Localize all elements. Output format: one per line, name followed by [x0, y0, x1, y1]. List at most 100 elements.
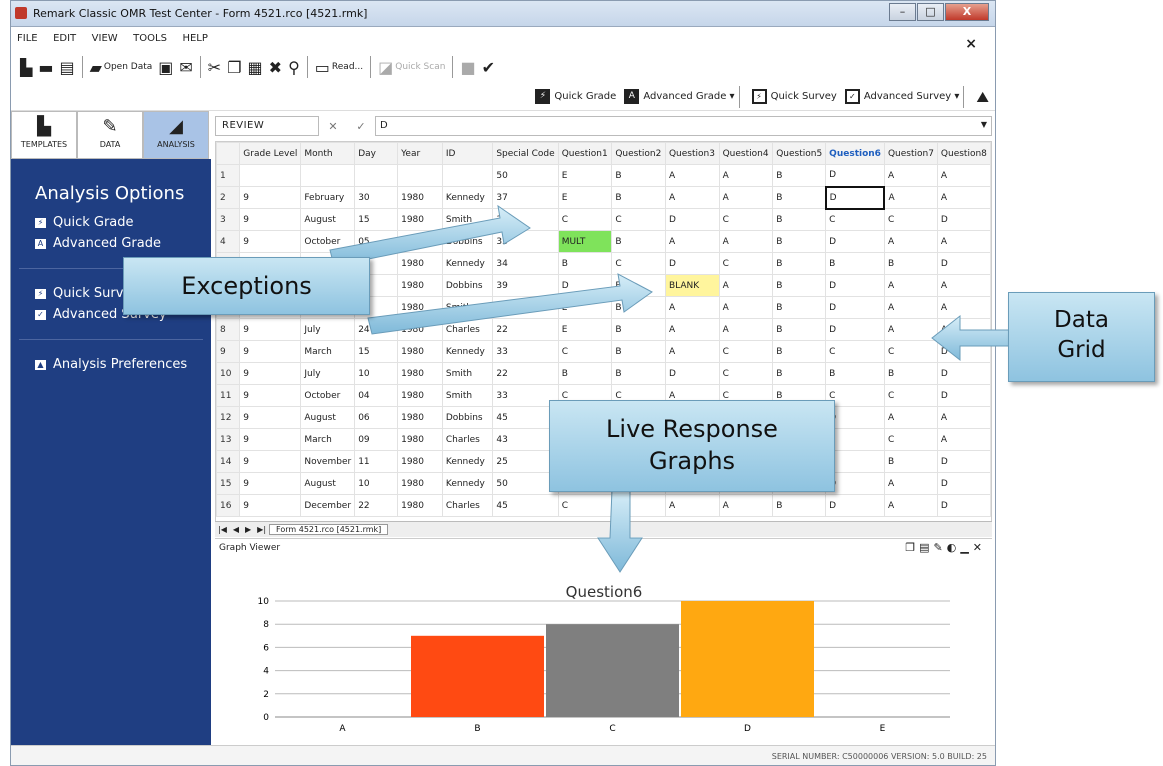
grid-cell[interactable]: 1980 [397, 450, 443, 473]
grid-cell[interactable]: 44 [492, 296, 559, 319]
grid-cell[interactable]: Smith [441, 208, 494, 231]
grid-cell[interactable]: A [718, 230, 774, 253]
grid-cell[interactable]: 09 [354, 428, 399, 451]
grid-cell[interactable]: D [824, 185, 886, 210]
grid-cell[interactable]: D [936, 252, 991, 275]
grid-cell[interactable]: D [825, 230, 885, 253]
grid-cell[interactable]: 39 [492, 274, 559, 297]
grid-cell[interactable]: 1980 [397, 384, 443, 407]
grid-cell[interactable] [239, 164, 302, 187]
row-header[interactable]: 3 [216, 208, 241, 231]
grid-cell[interactable]: B [772, 164, 827, 187]
column-header[interactable]: Question6 [825, 142, 885, 165]
grid-cell[interactable]: A [664, 230, 720, 253]
save-template-icon[interactable]: ▤ [56, 55, 77, 79]
grid-cell[interactable]: 9 [239, 362, 302, 385]
column-header[interactable]: ID [441, 142, 494, 165]
column-header[interactable]: Question3 [664, 142, 720, 165]
grid-cell[interactable]: A [718, 186, 774, 209]
grid-cell[interactable]: B [772, 362, 827, 385]
grid-cell[interactable] [441, 164, 494, 187]
grid-cell[interactable]: A [883, 406, 938, 429]
grid-cell[interactable]: 1980 [397, 340, 443, 363]
accept-edit-icon[interactable]: ✓ [356, 120, 365, 133]
tab-templates[interactable]: ▙ TEMPLATES [11, 111, 77, 159]
grid-cell[interactable]: Smith [441, 384, 494, 407]
column-header[interactable]: Question1 [557, 142, 613, 165]
grid-cell[interactable]: A [718, 274, 774, 297]
grid-cell[interactable]: A [883, 296, 938, 319]
row-header[interactable]: 9 [216, 340, 241, 363]
menu-tools[interactable]: TOOLS [127, 28, 173, 44]
grid-cell[interactable]: C [718, 340, 774, 363]
row-header[interactable]: 13 [216, 428, 241, 451]
grid-cell[interactable]: Dobbins [441, 274, 494, 297]
grid-cell[interactable]: 22 [492, 362, 559, 385]
grid-cell[interactable]: 1980 [397, 252, 443, 275]
advanced-survey-button[interactable]: ✓ Advanced Survey ▾ [844, 89, 959, 104]
grid-cell[interactable]: 9 [239, 472, 302, 495]
grid-cell[interactable]: A [664, 340, 720, 363]
copy-graph-icon[interactable]: ❐ [905, 541, 919, 554]
grid-cell[interactable]: 1980 [397, 318, 443, 341]
grid-cell[interactable]: 9 [239, 406, 302, 429]
grid-cell[interactable]: December [300, 494, 356, 517]
grid-cell[interactable]: A [664, 318, 720, 341]
column-header[interactable]: Question2 [611, 142, 666, 165]
grid-cell[interactable]: C [825, 340, 885, 363]
pie-icon[interactable]: ◐ [947, 541, 961, 554]
column-header[interactable]: Question5 [772, 142, 827, 165]
row-header[interactable]: 12 [216, 406, 241, 429]
grid-cell[interactable]: 11 [354, 450, 399, 473]
save-icon[interactable]: ▣ [155, 55, 176, 79]
grid-cell[interactable]: 30 [354, 186, 399, 209]
grid-cell[interactable]: B [611, 340, 666, 363]
new-template-icon[interactable]: ▙ [17, 55, 35, 79]
nav-advanced-grade[interactable]: A Advanced Grade [11, 233, 211, 254]
grid-cell[interactable]: Kennedy [441, 472, 494, 495]
mail-icon[interactable]: ✉ [176, 55, 195, 79]
grid-cell[interactable]: B [611, 318, 666, 341]
grid-cell[interactable]: C [611, 252, 666, 275]
row-header[interactable]: 2 [216, 186, 241, 209]
column-header[interactable]: Question7 [883, 142, 938, 165]
delete-icon[interactable]: ✖ [266, 55, 285, 79]
grid-cell[interactable]: March [300, 340, 356, 363]
grid-cell[interactable]: August [300, 406, 356, 429]
grid-cell[interactable]: A [936, 186, 991, 209]
grid-cell[interactable]: C [883, 384, 938, 407]
grid-cell[interactable]: Kennedy [441, 340, 494, 363]
grid-cell[interactable]: B [611, 274, 666, 297]
grid-cell[interactable]: A [718, 164, 774, 187]
grid-cell[interactable]: 1980 [397, 406, 443, 429]
column-header[interactable]: Month [300, 142, 356, 165]
tab-analysis[interactable]: ◢ ANALYSIS [143, 111, 209, 159]
grid-cell[interactable]: October [300, 230, 356, 253]
row-header[interactable]: 15 [216, 472, 241, 495]
grid-cell[interactable]: 1980 [397, 296, 443, 319]
menu-help[interactable]: HELP [176, 28, 213, 44]
quick-survey-button[interactable]: ⚡ Quick Survey [751, 89, 837, 104]
grid-cell[interactable]: Kennedy [441, 186, 494, 209]
grid-cell[interactable]: D [825, 164, 885, 187]
grid-cell[interactable]: 1980 [397, 494, 443, 517]
grid-cell[interactable]: C [718, 252, 774, 275]
grid-cell[interactable]: 1980 [397, 230, 443, 253]
quick-grade-button[interactable]: ⚡ Quick Grade [535, 89, 616, 104]
grid-cell[interactable]: B [772, 186, 827, 209]
corner-header[interactable] [216, 142, 241, 165]
grid-cell[interactable]: D [664, 362, 720, 385]
grid-cell[interactable]: A [936, 274, 991, 297]
grid-cell[interactable]: 1980 [397, 186, 443, 209]
grid-cell[interactable]: 9 [239, 384, 302, 407]
grid-cell[interactable]: E [557, 318, 613, 341]
menu-view[interactable]: VIEW [86, 28, 124, 44]
first-sheet-button[interactable]: |◀ [215, 525, 230, 534]
print-icon[interactable]: ▤ [919, 541, 933, 554]
grid-cell[interactable]: B [825, 252, 885, 275]
grid-cell[interactable]: B [883, 362, 938, 385]
quick-scan-button[interactable]: ◪ Quick Scan [375, 55, 448, 79]
grid-cell[interactable]: D [664, 208, 720, 231]
grid-cell[interactable]: July [300, 362, 356, 385]
grid-cell[interactable]: August [300, 208, 356, 231]
